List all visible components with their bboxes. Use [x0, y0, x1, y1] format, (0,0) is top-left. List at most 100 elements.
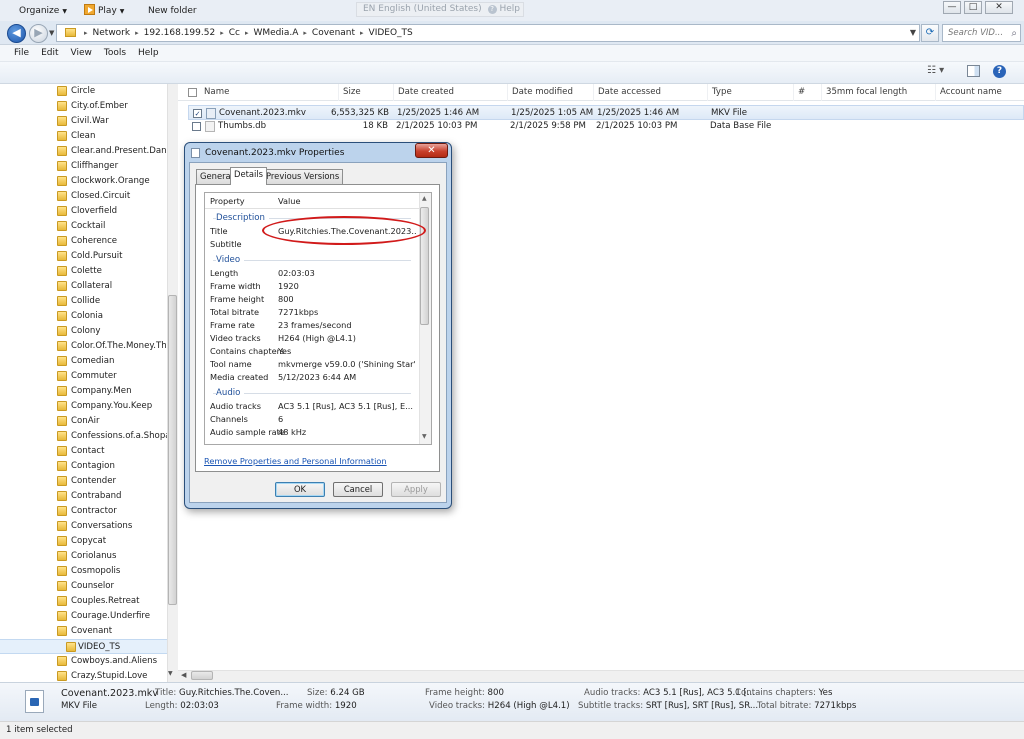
- maximize-button[interactable]: □: [964, 1, 982, 14]
- column-header[interactable]: Name: [200, 84, 229, 101]
- column-header[interactable]: 35mm focal length: [821, 84, 907, 101]
- remove-properties-link[interactable]: Remove Properties and Personal Informati…: [204, 456, 387, 466]
- sidebar-folder-item[interactable]: Cocktail: [0, 219, 167, 234]
- breadcrumb-item[interactable]: 192.168.199.52: [140, 25, 220, 41]
- property-row[interactable]: Media created 5/12/2023 6:44 AM: [205, 371, 419, 384]
- sidebar-folder-item[interactable]: Confessions.of.a.Shopaholic: [0, 429, 167, 444]
- address-bar[interactable]: ▸ Network ▸ 192.168.199.52 ▸ Cc ▸ WMedia.A ▸ Cove…: [56, 24, 920, 42]
- tab-details[interactable]: Details: [230, 167, 268, 185]
- sidebar-folder-item[interactable]: Comedian: [0, 354, 167, 369]
- sidebar-folder-item[interactable]: Color.Of.The.Money.The: [0, 339, 167, 354]
- sidebar-folder-item[interactable]: Covenant: [0, 624, 167, 639]
- sidebar-folder-item[interactable]: Coherence: [0, 234, 167, 249]
- scroll-up-icon[interactable]: ▲: [422, 195, 427, 202]
- sidebar-folder-item[interactable]: Clockwork.Orange: [0, 174, 167, 189]
- table-row[interactable]: ✓ Covenant.2023.mkv 6,553,325 KB 1/25/2025 …: [188, 105, 1024, 120]
- property-scroll-thumb[interactable]: [420, 207, 429, 325]
- column-header[interactable]: Size: [338, 84, 361, 101]
- sidebar-folder-item[interactable]: Contractor: [0, 504, 167, 519]
- property-row[interactable]: Length 02:03:03: [205, 267, 419, 280]
- sidebar-folder-item[interactable]: Contraband: [0, 489, 167, 504]
- scroll-down-icon[interactable]: ▼: [422, 433, 427, 440]
- sidebar-folder-item[interactable]: Clear.and.Present.Danger: [0, 144, 167, 159]
- minimize-button[interactable]: —: [943, 1, 961, 14]
- address-dropdown-icon[interactable]: ▼: [910, 28, 916, 37]
- sidebar-folder-item[interactable]: Civil.War: [0, 114, 167, 129]
- sidebar-folder-item[interactable]: Coriolanus: [0, 549, 167, 564]
- column-header[interactable]: Account name: [935, 84, 1002, 101]
- ok-button[interactable]: OK: [275, 482, 325, 497]
- property-row[interactable]: Contains chapters Yes: [205, 345, 419, 358]
- sidebar-folder-item[interactable]: Collide: [0, 294, 167, 309]
- breadcrumb-item[interactable]: VIDEO_TS: [365, 25, 417, 41]
- sidebar-folder-item[interactable]: Company.Men: [0, 384, 167, 399]
- tab-previous-versions[interactable]: Previous Versions: [262, 169, 344, 184]
- property-row[interactable]: Title Guy.Ritchies.The.Covenant.2023....: [205, 225, 419, 238]
- menu-item-file[interactable]: File: [8, 45, 35, 61]
- sidebar-folder-item[interactable]: VIDEO_TS: [0, 639, 167, 654]
- property-list[interactable]: Property Value Description Title Guy.Ritch…: [204, 192, 432, 445]
- property-row[interactable]: Subtitle: [205, 238, 419, 251]
- sidebar-folder-item[interactable]: Cosmopolis: [0, 564, 167, 579]
- menu-item-help[interactable]: Help: [132, 45, 165, 61]
- property-row[interactable]: Frame height 800: [205, 293, 419, 306]
- sidebar-folder-item[interactable]: Couples.Retreat: [0, 594, 167, 609]
- preview-pane-icon[interactable]: [967, 65, 980, 77]
- sidebar-folder-item[interactable]: Clean: [0, 129, 167, 144]
- row-checkbox[interactable]: ✓: [193, 109, 202, 118]
- scroll-down-icon[interactable]: ▼: [168, 670, 173, 677]
- menu-item-tools[interactable]: Tools: [98, 45, 132, 61]
- value-column-header[interactable]: Value: [278, 193, 300, 209]
- sidebar-folder-item[interactable]: ConAir: [0, 414, 167, 429]
- back-arrow-icon[interactable]: ◀: [7, 24, 26, 43]
- dialog-close-button[interactable]: ✕: [415, 143, 448, 158]
- sidebar-folder-item[interactable]: Cold.Pursuit: [0, 249, 167, 264]
- column-header[interactable]: Type: [707, 84, 732, 101]
- help-icon[interactable]: ?: [993, 65, 1006, 78]
- scroll-left-icon[interactable]: ◀: [181, 671, 186, 679]
- property-row[interactable]: Channels 6: [205, 413, 419, 426]
- sidebar-folder-item[interactable]: Commuter: [0, 369, 167, 384]
- sidebar-folder-item[interactable]: Company.You.Keep: [0, 399, 167, 414]
- column-header[interactable]: #: [793, 84, 805, 101]
- horizontal-scrollbar[interactable]: [178, 670, 1024, 682]
- sidebar-folder-item[interactable]: Contender: [0, 474, 167, 489]
- column-header[interactable]: Date accessed: [593, 84, 661, 101]
- sidebar-folder-item[interactable]: Conversations: [0, 519, 167, 534]
- property-row[interactable]: Video tracks H264 (High @L4.1): [205, 332, 419, 345]
- sidebar-folder-item[interactable]: Cowboys.and.Aliens: [0, 654, 167, 669]
- language-bar[interactable]: EN English (United States)? Help: [356, 2, 524, 17]
- sidebar-folder-item[interactable]: Copycat: [0, 534, 167, 549]
- row-checkbox[interactable]: [192, 122, 201, 131]
- breadcrumb-item[interactable]: WMedia.A: [249, 25, 302, 41]
- breadcrumb-item[interactable]: Network: [89, 25, 135, 41]
- select-all-checkbox[interactable]: [188, 88, 197, 97]
- close-window-button[interactable]: ✕: [985, 1, 1013, 14]
- sidebar-folder-item[interactable]: Colony: [0, 324, 167, 339]
- menu-item-edit[interactable]: Edit: [35, 45, 64, 61]
- sidebar-folder-item[interactable]: Contact: [0, 444, 167, 459]
- sidebar-folder-item[interactable]: Courage.Underfire: [0, 609, 167, 624]
- property-row[interactable]: Frame rate 23 frames/second: [205, 319, 419, 332]
- recent-pages-chevron-icon[interactable]: ▼: [49, 29, 54, 37]
- sidebar-folder-item[interactable]: Colette: [0, 264, 167, 279]
- column-header[interactable]: Date modified: [507, 84, 573, 101]
- column-header[interactable]: Date created: [393, 84, 454, 101]
- sidebar-folder-item[interactable]: Colonia: [0, 309, 167, 324]
- property-row[interactable]: Tool name mkvmerge v59.0.0 ('Shining Star…: [205, 358, 419, 371]
- sidebar-folder-item[interactable]: Cliffhanger: [0, 159, 167, 174]
- refresh-icon[interactable]: ⟳: [921, 24, 939, 42]
- sidebar-folder-item[interactable]: Collateral: [0, 279, 167, 294]
- property-row[interactable]: Frame width 1920: [205, 280, 419, 293]
- property-row[interactable]: Audio tracks AC3 5.1 [Rus], AC3 5.1 [Rus]…: [205, 400, 419, 413]
- sidebar-folder-item[interactable]: City.of.Ember: [0, 99, 167, 114]
- organize-button[interactable]: Organize ▼: [19, 4, 67, 19]
- sidebar-folder-item[interactable]: Contagion: [0, 459, 167, 474]
- new-folder-button[interactable]: New folder: [148, 4, 197, 18]
- sidebar-folder-item[interactable]: Cloverfield: [0, 204, 167, 219]
- breadcrumb-item[interactable]: Covenant: [308, 25, 359, 41]
- breadcrumb-item[interactable]: Cc: [225, 25, 244, 41]
- change-view-icon[interactable]: ☷ ▾: [927, 65, 944, 76]
- cancel-button[interactable]: Cancel: [333, 482, 383, 497]
- sidebar-folder-item[interactable]: Counselor: [0, 579, 167, 594]
